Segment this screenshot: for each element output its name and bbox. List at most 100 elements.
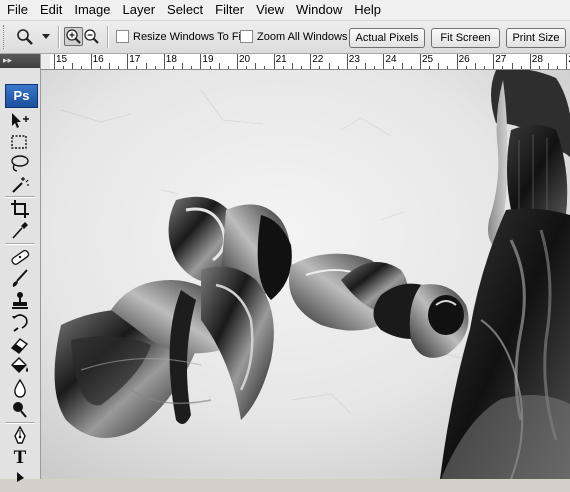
ruler-label: 17 [129, 54, 141, 65]
type-tool[interactable]: T [8, 448, 32, 468]
ruler-label: 27 [495, 54, 507, 65]
lasso-icon [11, 155, 29, 172]
print-size-button[interactable]: Print Size [506, 28, 566, 48]
move-tool-icon [12, 113, 29, 128]
zoom-all-windows-checkbox[interactable]: Zoom All Windows [240, 30, 347, 43]
ruler-minor-tick [255, 63, 257, 69]
dodge-tool[interactable] [8, 399, 32, 419]
ruler-minor-tick [538, 66, 540, 69]
menu-help[interactable]: Help [348, 0, 387, 20]
healing-brush-tool[interactable] [8, 247, 32, 267]
pen-tool[interactable] [8, 426, 32, 446]
ruler-minor-tick [557, 66, 559, 69]
clone-stamp-tool[interactable] [8, 290, 32, 310]
options-bar: Resize Windows To Fit Zoom All Windows A… [0, 21, 570, 54]
pen-icon [14, 426, 26, 444]
path-selection-tool[interactable] [8, 472, 32, 492]
ruler-minor-tick [136, 66, 138, 69]
ruler-minor-tick [301, 66, 303, 69]
options-separator [107, 26, 109, 48]
menu-edit[interactable]: Edit [34, 0, 68, 20]
marquee-tool[interactable] [8, 132, 32, 152]
menu-view[interactable]: View [250, 0, 290, 20]
checkbox-box[interactable] [240, 30, 253, 43]
ruler-minor-tick [520, 66, 522, 69]
menu-layer[interactable]: Layer [117, 0, 162, 20]
ruler-label: 26 [458, 54, 470, 65]
photoshop-logo[interactable]: Ps [5, 84, 38, 108]
paint-bucket-tool[interactable] [8, 356, 32, 376]
menu-image[interactable]: Image [68, 0, 116, 20]
tools-separator [5, 422, 35, 424]
ruler-major-tick [566, 54, 568, 69]
ruler-major-tick [529, 54, 531, 69]
ruler-minor-tick [108, 63, 110, 69]
brush-tool[interactable] [8, 268, 32, 288]
ruler-minor-tick [218, 63, 220, 69]
ruler-label: 25 [422, 54, 434, 65]
tools-separator [5, 196, 35, 198]
drop-icon [14, 378, 26, 398]
document-canvas[interactable] [41, 70, 570, 479]
tool-preset-picker[interactable] [12, 26, 56, 48]
eyedropper-tool[interactable] [8, 220, 32, 240]
fit-screen-button[interactable]: Fit Screen [431, 28, 500, 48]
ruler-minor-tick [337, 66, 339, 69]
ruler-minor-tick [484, 66, 486, 69]
checkbox-box[interactable] [116, 30, 129, 43]
menu-bar: File Edit Image Layer Select Filter View… [0, 0, 570, 21]
zoom-out-button[interactable] [82, 27, 101, 46]
ruler-label: 21 [275, 54, 287, 65]
ruler-major-tick [456, 54, 458, 69]
ruler-minor-tick [401, 63, 403, 69]
menu-filter[interactable]: Filter [209, 0, 250, 20]
crop-icon [11, 200, 29, 218]
magnifier-icon [17, 29, 33, 45]
crop-tool[interactable] [8, 199, 32, 219]
ruler-minor-tick [227, 66, 229, 69]
move-tool[interactable] [8, 111, 32, 131]
ruler-label: 18 [165, 54, 177, 65]
lasso-tool[interactable] [8, 153, 32, 173]
zoom-in-icon [66, 29, 81, 44]
ruler-minor-tick [447, 66, 449, 69]
ruler-origin[interactable] [41, 54, 50, 69]
magic-wand-tool[interactable] [8, 174, 32, 194]
eraser-tool[interactable] [8, 334, 32, 354]
ruler-minor-tick [172, 66, 174, 69]
tools-panel-header[interactable]: ▸▸ [0, 54, 40, 68]
history-brush-icon [12, 314, 28, 332]
zoom-in-button[interactable] [64, 27, 83, 46]
menu-select[interactable]: Select [161, 0, 209, 20]
options-bar-grip[interactable] [3, 25, 7, 49]
resize-windows-checkbox[interactable]: Resize Windows To Fit [116, 30, 244, 43]
ruler-minor-tick [365, 63, 367, 69]
history-brush-tool[interactable] [8, 312, 32, 332]
ruler-minor-tick [209, 66, 211, 69]
ruler-major-tick [237, 54, 238, 69]
ruler-minor-tick [374, 66, 376, 69]
ruler-minor-tick [118, 66, 120, 69]
chevron-down-icon [42, 34, 50, 39]
ruler-major-tick [346, 54, 348, 69]
collapse-icon[interactable]: ▸▸ [3, 55, 12, 66]
horizontal-ruler[interactable]: 151617181920212223242526272829 [41, 54, 570, 70]
ruler-minor-tick [548, 63, 550, 69]
ruler-label: 20 [239, 54, 251, 65]
ruler-minor-tick [410, 66, 412, 69]
menu-file[interactable]: File [0, 0, 34, 20]
ruler-major-tick [163, 54, 165, 69]
ruler-minor-tick [465, 66, 467, 69]
menu-window[interactable]: Window [290, 0, 348, 20]
actual-pixels-button[interactable]: Actual Pixels [349, 28, 425, 48]
ruler-label: 15 [56, 54, 68, 65]
ruler-major-tick [54, 54, 55, 69]
artwork [41, 70, 570, 479]
ruler-label: 22 [312, 54, 324, 65]
ruler-minor-tick [355, 66, 357, 69]
ruler-label: 16 [92, 54, 104, 65]
ruler-minor-tick [319, 66, 321, 69]
ruler-minor-tick [328, 63, 330, 69]
eraser-icon [10, 338, 29, 354]
blur-tool[interactable] [8, 378, 32, 398]
